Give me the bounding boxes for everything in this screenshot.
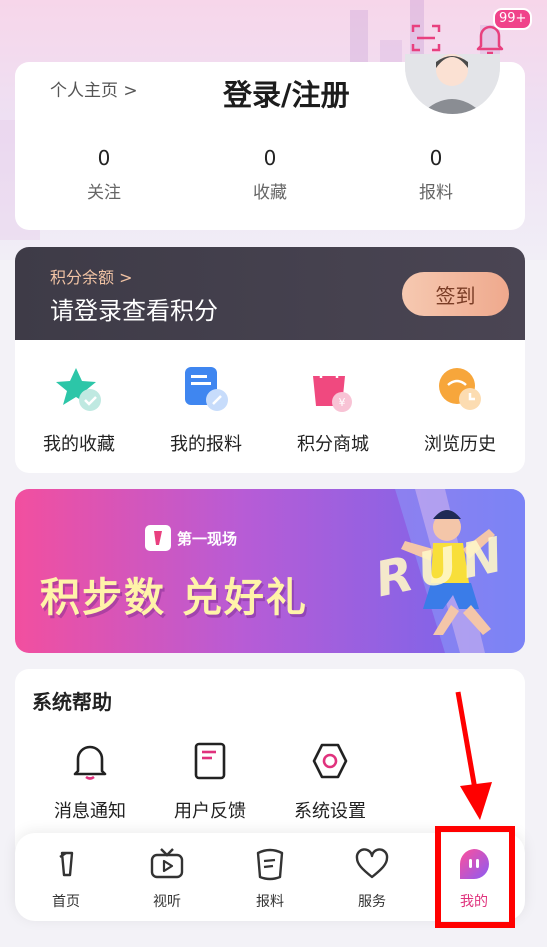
- quick-link-favorites[interactable]: 我的收藏: [24, 364, 134, 456]
- quick-link-label: 我的收藏: [43, 434, 115, 455]
- signin-button[interactable]: 签到: [402, 272, 509, 316]
- banner-logo: 第一现场: [145, 525, 237, 551]
- system-help-title: 系统帮助: [32, 690, 112, 714]
- banner-title: 积步数 兑好礼: [40, 575, 308, 621]
- quick-links: 我的收藏 我的报料 ¥ 积分商城 浏览历史: [15, 340, 525, 473]
- feedback-icon: [194, 742, 226, 780]
- report-tab-icon: [256, 848, 284, 881]
- scan-button[interactable]: [409, 18, 443, 58]
- quick-link-points-mall[interactable]: ¥ 积分商城: [278, 364, 388, 456]
- avatar[interactable]: [405, 54, 500, 114]
- notification-button[interactable]: 99+: [473, 8, 533, 58]
- stat-reports[interactable]: 0 报料: [386, 146, 486, 203]
- points-balance-link[interactable]: 积分余额 >: [50, 264, 133, 288]
- annotation-arrow-icon: [455, 691, 492, 820]
- login-register-button[interactable]: 登录/注册: [223, 72, 350, 114]
- stat-label: 报料: [419, 183, 453, 203]
- tab-report[interactable]: 报料: [235, 847, 305, 911]
- home-icon: [59, 851, 74, 877]
- help-item-feedback[interactable]: 用户反馈: [160, 741, 260, 823]
- annotation-highlight-box: [435, 826, 515, 928]
- quick-link-label: 我的报料: [170, 434, 242, 455]
- tab-label: 报料: [256, 894, 284, 910]
- shopping-bag-icon: ¥: [313, 364, 352, 412]
- heart-icon: [355, 848, 389, 879]
- points-login-prompt[interactable]: 请登录查看积分: [50, 291, 218, 326]
- stat-value: 0: [263, 146, 277, 170]
- banner-logo-mark: [145, 525, 171, 551]
- tab-label: 视听: [153, 894, 181, 910]
- svg-text:¥: ¥: [339, 396, 346, 409]
- tv-icon: [150, 848, 184, 879]
- settings-icon: [312, 743, 348, 779]
- tab-media[interactable]: 视听: [132, 847, 202, 911]
- notification-badge: 99+: [493, 8, 533, 30]
- quick-link-history[interactable]: 浏览历史: [405, 364, 515, 456]
- points-card: 积分余额 > 请登录查看积分 签到 我的收藏 我的报料 ¥ 积分商城 浏览历史: [15, 247, 525, 473]
- star-icon: [56, 368, 101, 411]
- points-header: 积分余额 > 请登录查看积分 签到: [15, 247, 525, 340]
- help-item-label: 系统设置: [294, 801, 366, 822]
- stat-label: 关注: [87, 183, 121, 203]
- quick-link-label: 浏览历史: [424, 434, 496, 455]
- avatar-icon: [405, 54, 500, 114]
- stat-value: 0: [429, 146, 443, 170]
- bell-icon: [73, 745, 107, 780]
- help-item-settings[interactable]: 系统设置: [280, 741, 380, 823]
- stat-label: 收藏: [253, 183, 287, 203]
- profile-card: 个人主页 > 登录/注册 0 关注 0 收藏 0 报料: [15, 54, 525, 230]
- tab-services[interactable]: 服务: [337, 847, 407, 911]
- help-item-label: 消息通知: [54, 801, 126, 822]
- tab-label: 服务: [358, 894, 386, 910]
- tab-home[interactable]: 首页: [31, 847, 101, 911]
- stat-favorites[interactable]: 0 收藏: [220, 146, 320, 203]
- quick-link-label: 积分商城: [297, 434, 369, 455]
- scan-icon: [411, 24, 441, 52]
- stat-value: 0: [97, 146, 111, 170]
- tab-label: 首页: [52, 894, 80, 910]
- quick-link-reports[interactable]: 我的报料: [151, 364, 261, 456]
- promo-banner[interactable]: 第一现场 积步数 兑好礼 RUN: [15, 489, 525, 653]
- logo-icon: [154, 531, 162, 545]
- banner-logo-text: 第一现场: [177, 529, 238, 548]
- stat-follow[interactable]: 0 关注: [54, 146, 154, 203]
- history-icon: [439, 368, 481, 410]
- report-icon: [185, 367, 228, 411]
- help-item-notifications[interactable]: 消息通知: [40, 741, 140, 823]
- top-actions: 99+: [409, 8, 533, 58]
- home-page-link[interactable]: 个人主页 >: [50, 76, 138, 101]
- help-item-label: 用户反馈: [174, 801, 246, 822]
